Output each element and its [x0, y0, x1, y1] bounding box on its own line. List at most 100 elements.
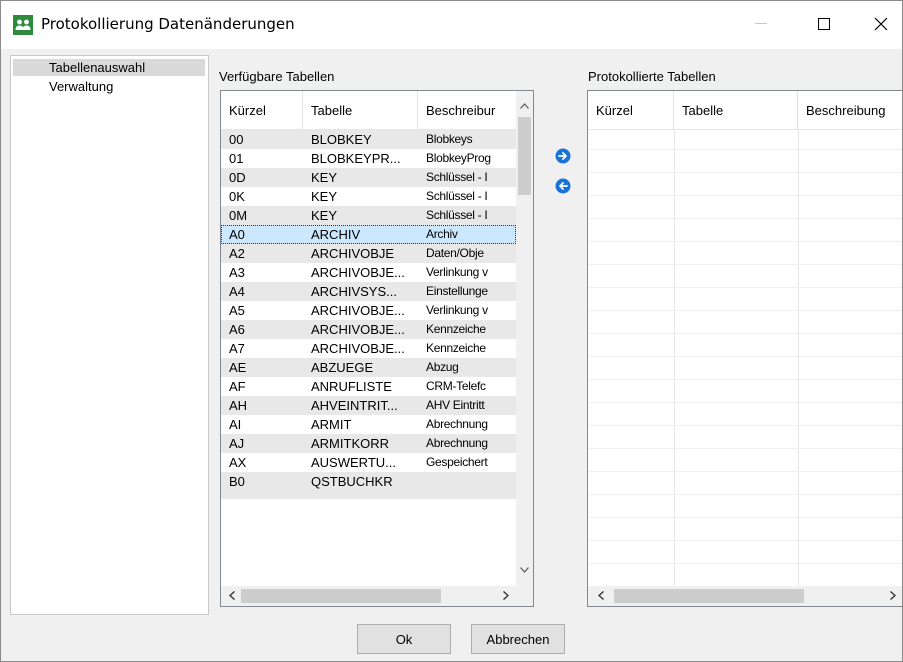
table-row[interactable]: AJ ARMITKORR Abrechnung	[221, 434, 516, 453]
column-header-kuerzel[interactable]: Kürzel	[221, 91, 303, 130]
table-row[interactable]: A7 ARCHIVOBJE... Kennzeiche	[221, 339, 516, 358]
table-row[interactable]: A5 ARCHIVOBJE... Verlinkung v	[221, 301, 516, 320]
column-header-beschreibung[interactable]: Beschreibur	[418, 91, 516, 130]
table-row[interactable]: 00 BLOBKEY Blobkeys	[221, 130, 516, 149]
cell-kuerzel: 0M	[229, 208, 248, 223]
app-users-icon	[13, 15, 33, 35]
navigation-panel: Tabellenauswahl Verwaltung	[10, 55, 209, 615]
table-row[interactable]: AE ABZUEGE Abzug	[221, 358, 516, 377]
cell-kuerzel: A0	[229, 227, 245, 242]
table-row[interactable]: A2 ARCHIVOBJE Daten/Obje	[221, 244, 516, 263]
scroll-left-arrow-icon[interactable]	[592, 587, 609, 604]
cell-kuerzel: AJ	[229, 436, 245, 451]
dialog-window: Protokollierung Datenänderungen Tabellen…	[0, 0, 903, 662]
nav-item-tabellenauswahl[interactable]: Tabellenauswahl	[13, 59, 205, 76]
cancel-button[interactable]: Abbrechen	[471, 624, 565, 654]
row-gridline	[588, 310, 902, 311]
table-row[interactable]: 0D KEY Schlüssel - I	[221, 168, 516, 187]
vertical-scroll-thumb[interactable]	[518, 117, 531, 195]
table-row[interactable]: A0 ARCHIV Archiv	[221, 225, 516, 244]
logged-column-header-kuerzel[interactable]: Kürzel	[588, 91, 674, 130]
available-horizontal-scrollbar[interactable]	[221, 586, 533, 606]
cell-kuerzel: 0K	[229, 189, 245, 204]
window-title: Protokollierung Datenänderungen	[41, 15, 295, 33]
available-tables-grid[interactable]: Kürzel Tabelle Beschreibur 00 BLOBKEY Blob…	[220, 90, 534, 607]
horizontal-scroll-thumb[interactable]	[241, 589, 441, 603]
scroll-up-arrow-icon[interactable]	[516, 97, 533, 114]
table-row[interactable]: A4 ARCHIVSYS... Einstellunge	[221, 282, 516, 301]
table-row[interactable]: A6 ARCHIVOBJE... Kennzeiche	[221, 320, 516, 339]
logged-horizontal-scrollbar[interactable]	[588, 586, 902, 606]
row-gridline	[588, 425, 902, 426]
table-row[interactable]: 0M KEY Schlüssel - I	[221, 206, 516, 225]
row-gridline	[588, 563, 902, 564]
row-gridline	[588, 195, 902, 196]
scroll-down-arrow-icon[interactable]	[516, 561, 533, 578]
arrow-left-circle-icon	[555, 178, 571, 194]
close-button[interactable]	[858, 1, 902, 47]
table-row[interactable]: B0 QSTBUCHKR	[221, 472, 516, 491]
table-row[interactable]: 01 BLOBKEYPR... BlobkeyProg	[221, 149, 516, 168]
cell-tabelle: KEY	[311, 189, 338, 204]
cell-tabelle: KEY	[311, 208, 338, 223]
available-grid-body: 00 BLOBKEY Blobkeys 01 BLOBKEYPR... BlobkeyPr…	[221, 130, 516, 499]
cell-tabelle: ARCHIVOBJE...	[311, 341, 405, 356]
row-gridline	[588, 448, 902, 449]
table-row-partial	[221, 491, 516, 499]
logged-tables-grid[interactable]: Kürzel Tabelle Beschreibung	[587, 90, 902, 607]
table-row[interactable]: AI ARMIT Abrechnung	[221, 415, 516, 434]
row-gridline	[588, 149, 902, 150]
cell-beschreibung: Daten/Obje	[426, 246, 484, 260]
nav-item-verwaltung[interactable]: Verwaltung	[13, 78, 205, 95]
column-header-tabelle[interactable]: Tabelle	[303, 91, 418, 130]
scroll-right-arrow-icon[interactable]	[884, 587, 901, 604]
table-row[interactable]: AX AUSWERTU... Gespeichert	[221, 453, 516, 472]
cell-kuerzel: A5	[229, 303, 245, 318]
cell-tabelle: ARCHIVOBJE...	[311, 265, 405, 280]
minimize-button[interactable]	[738, 1, 784, 47]
cell-tabelle: ARMIT	[311, 417, 352, 432]
cell-beschreibung: Schlüssel - I	[426, 170, 488, 184]
add-table-button[interactable]	[554, 147, 572, 165]
table-row[interactable]: A3 ARCHIVOBJE... Verlinkung v	[221, 263, 516, 282]
cell-beschreibung: Schlüssel - I	[426, 208, 488, 222]
cell-kuerzel: AX	[229, 455, 247, 470]
cell-beschreibung: Gespeichert	[426, 455, 488, 469]
row-gridline	[588, 333, 902, 334]
cell-beschreibung: CRM-Telefc	[426, 379, 486, 393]
cell-tabelle: BLOBKEYPR...	[311, 151, 401, 166]
cell-beschreibung: BlobkeyProg	[426, 151, 491, 165]
cell-beschreibung: Abrechnung	[426, 417, 488, 431]
cell-tabelle: ARCHIVOBJE	[311, 246, 395, 261]
cell-beschreibung: AHV Eintritt	[426, 398, 485, 412]
cell-kuerzel: 0D	[229, 170, 246, 185]
table-row[interactable]: AH AHVEINTRIT... AHV Eintritt	[221, 396, 516, 415]
logged-column-header-beschreibung[interactable]: Beschreibung	[798, 91, 902, 130]
available-tables-label: Verfügbare Tabellen	[219, 69, 335, 84]
available-grid-header: Kürzel Tabelle Beschreibur	[221, 91, 516, 130]
cell-kuerzel: A6	[229, 322, 245, 337]
cell-kuerzel: A3	[229, 265, 245, 280]
cell-tabelle: ARCHIVOBJE...	[311, 303, 405, 318]
horizontal-scroll-thumb[interactable]	[614, 589, 804, 603]
table-row[interactable]: AF ANRUFLISTE CRM-Telefc	[221, 377, 516, 396]
ok-button[interactable]: Ok	[357, 624, 451, 654]
scroll-right-arrow-icon[interactable]	[497, 587, 514, 604]
scroll-left-arrow-icon[interactable]	[223, 587, 240, 604]
row-gridline	[588, 540, 902, 541]
logged-grid-body	[588, 130, 902, 586]
table-row[interactable]: 0K KEY Schlüssel - I	[221, 187, 516, 206]
logged-column-header-tabelle[interactable]: Tabelle	[674, 91, 798, 130]
cell-tabelle: ARMITKORR	[311, 436, 389, 451]
row-gridline	[588, 287, 902, 288]
cell-beschreibung: Abrechnung	[426, 436, 488, 450]
remove-table-button[interactable]	[554, 177, 572, 195]
maximize-button[interactable]	[801, 1, 847, 47]
available-vertical-scrollbar[interactable]	[516, 91, 533, 589]
cell-beschreibung: Blobkeys	[426, 132, 473, 146]
row-gridline	[588, 172, 902, 173]
cell-tabelle: ABZUEGE	[311, 360, 374, 375]
cell-kuerzel: AH	[229, 398, 248, 413]
cell-beschreibung: Abzug	[426, 360, 459, 374]
cell-beschreibung: Kennzeiche	[426, 322, 486, 336]
